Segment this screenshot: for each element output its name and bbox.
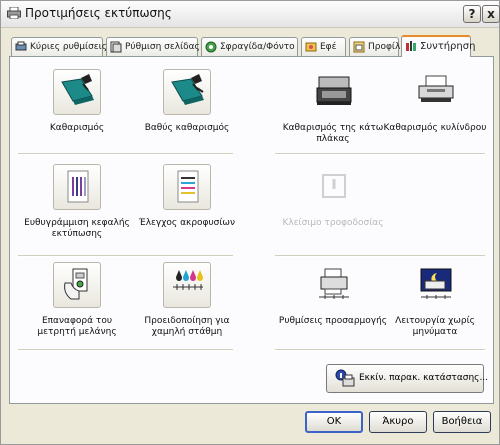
cancel-button[interactable]: Άκυρο — [369, 411, 427, 433]
print-head-alignment-button[interactable] — [53, 164, 101, 210]
cleaning-label: Καθαρισμός — [49, 123, 105, 133]
effects-icon — [305, 42, 317, 52]
print-head-alignment-item[interactable]: Ευθυγράμμιση κεφαλής εκτύπωσης — [22, 164, 132, 240]
power-off-button — [309, 164, 357, 210]
deep-cleaning-label: Βαθύς καθαρισμός — [144, 123, 230, 133]
quiet-mode-button[interactable] — [411, 262, 459, 308]
profile-icon — [353, 41, 365, 53]
status-monitor-button[interactable]: Εκκίν. παρακ. κατάστασης... — [326, 364, 488, 393]
close-button[interactable]: x — [482, 5, 500, 23]
deep-cleaning-icon — [171, 74, 204, 105]
bottom-plate-cleaning-button[interactable] — [309, 69, 357, 115]
nozzle-check-label: Έλεγχος ακροφυσίων — [139, 218, 235, 228]
power-off-icon — [322, 174, 346, 198]
quiet-mode-label: Λειτουργία χωρίς μηνύματα — [395, 316, 475, 337]
separator — [275, 349, 485, 351]
page-setup-icon — [110, 41, 122, 53]
tab-label: Ρύθμιση σελίδας — [125, 42, 200, 52]
separator — [275, 153, 485, 155]
ok-button[interactable]: OK — [305, 411, 363, 433]
cleaning-item[interactable]: Καθαρισμός — [22, 69, 132, 134]
tab-label: Προφίλ — [368, 42, 401, 52]
roller-cleaning-button[interactable] — [411, 69, 459, 115]
quiet-mode-item[interactable]: Λειτουργία χωρίς μηνύματα — [380, 262, 490, 338]
tab-page-setup[interactable]: Ρύθμιση σελίδας — [106, 37, 200, 56]
low-ink-warning-button[interactable] — [163, 262, 211, 308]
roller-cleaning-label: Καθαρισμός κυλίνδρου — [383, 123, 487, 133]
power-off-item: Κλείσιμο τροφοδοσίας — [278, 164, 388, 229]
nozzle-check-icon — [177, 170, 199, 203]
ink-counter-reset-button[interactable] — [53, 262, 101, 308]
tab-label: Εφέ — [320, 42, 337, 52]
bottom-plate-cleaning-icon — [316, 76, 352, 105]
main-settings-icon — [15, 41, 27, 51]
tab-label: Σφραγίδα/Φόντο — [220, 42, 295, 52]
tab-label: Κύριες ρυθμίσεις — [30, 42, 107, 52]
printing-preferences-window: Προτιμήσεις εκτύπωσης ? x Κύριες ρυθμίσε… — [0, 0, 500, 445]
separator — [18, 255, 233, 257]
bottom-plate-cleaning-item[interactable]: Καθαρισμός της κάτω πλάκας — [278, 69, 388, 145]
custom-settings-item[interactable]: Ρυθμίσεις προσαρμογής — [278, 262, 388, 327]
low-ink-warning-item[interactable]: Προειδοποίηση για χαμηλή στάθμη — [132, 262, 242, 338]
title-bar: Προτιμήσεις εκτύπωσης ? x — [1, 1, 500, 28]
maintenance-panel: Καθαρισμός Βαθύς καθαρισμός Καθαρισμός τ… — [9, 56, 494, 404]
stamp-icon — [205, 41, 217, 53]
ink-counter-reset-item[interactable]: Επαναφορά του μετρητή μελάνης — [22, 262, 132, 338]
maintenance-icon — [406, 41, 416, 51]
ink-counter-reset-icon — [64, 268, 88, 300]
printer-icon — [7, 7, 21, 19]
tab-effects[interactable]: Εφέ — [301, 37, 346, 56]
nozzle-check-button[interactable] — [163, 164, 211, 210]
status-monitor-icon — [335, 369, 355, 387]
tab-label: Συντήρηση — [420, 41, 476, 52]
separator — [18, 349, 233, 351]
custom-settings-label: Ρυθμίσεις προσαρμογής — [278, 316, 388, 326]
separator — [18, 153, 233, 155]
help-title-button[interactable]: ? — [463, 5, 481, 23]
deep-cleaning-button[interactable] — [163, 69, 211, 115]
low-ink-warning-icon — [173, 270, 203, 290]
help-button[interactable]: Βοήθεια — [433, 411, 491, 433]
roller-cleaning-item[interactable]: Καθαρισμός κυλίνδρου — [380, 69, 490, 134]
tab-main-settings[interactable]: Κύριες ρυθμίσεις — [11, 37, 107, 56]
low-ink-warning-label: Προειδοποίηση για χαμηλή στάθμη — [144, 316, 230, 337]
tab-profile[interactable]: Προφίλ — [349, 37, 401, 56]
separator — [275, 255, 485, 257]
print-head-alignment-icon — [67, 170, 89, 203]
nozzle-check-item[interactable]: Έλεγχος ακροφυσίων — [132, 164, 242, 229]
tab-stamp-background[interactable]: Σφραγίδα/Φόντο — [201, 37, 298, 56]
custom-settings-icon — [319, 268, 349, 299]
window-title: Προτιμήσεις εκτύπωσης — [25, 6, 172, 20]
bottom-plate-cleaning-label: Καθαρισμός της κάτω πλάκας — [282, 123, 384, 144]
roller-cleaning-icon — [418, 75, 454, 102]
tab-maintenance[interactable]: Συντήρηση — [401, 35, 475, 57]
custom-settings-button[interactable] — [309, 262, 357, 308]
tab-strip: Κύριες ρυθμίσεις Ρύθμιση σελίδας Σφραγίδ… — [9, 35, 494, 57]
deep-cleaning-item[interactable]: Βαθύς καθαρισμός — [132, 69, 242, 134]
ink-counter-reset-label: Επαναφορά του μετρητή μελάνης — [37, 316, 117, 337]
status-monitor-label: Εκκίν. παρακ. κατάστασης... — [359, 373, 489, 383]
print-head-alignment-label: Ευθυγράμμιση κεφαλής εκτύπωσης — [24, 218, 130, 239]
cleaning-icon — [61, 74, 94, 105]
cleaning-button[interactable] — [53, 69, 101, 115]
quiet-mode-icon — [420, 268, 452, 299]
power-off-label: Κλείσιμο τροφοδοσίας — [282, 218, 384, 228]
